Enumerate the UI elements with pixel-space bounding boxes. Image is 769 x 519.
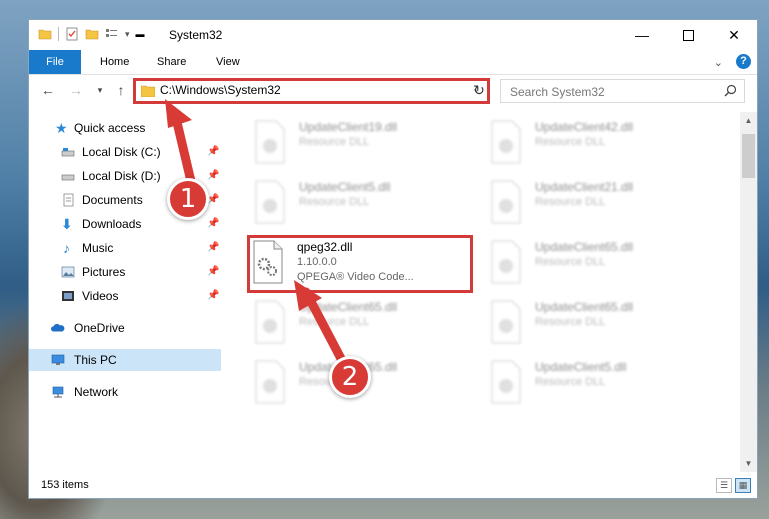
file-item[interactable]: UpdateClient42.dll Resource DLL <box>490 120 720 176</box>
sidebar-item-network[interactable]: Network <box>29 381 221 403</box>
step-badge-1: 1 <box>167 178 209 220</box>
ribbon-tabs: File Home Share View ⌄ ? <box>29 50 757 75</box>
details-view-icon[interactable]: ☰ <box>716 478 732 493</box>
tab-view[interactable]: View <box>216 50 240 74</box>
pin-icon[interactable]: 📌 <box>207 285 219 307</box>
vertical-scrollbar[interactable]: ▲ ▼ <box>740 112 757 472</box>
minimize-button[interactable]: — <box>619 20 665 50</box>
window-title: System32 <box>169 28 223 42</box>
pin-icon[interactable]: 📌 <box>207 141 219 163</box>
view-switcher: ☰ ▦ <box>716 478 751 493</box>
dll-file-icon <box>255 360 285 404</box>
file-item[interactable]: UpdateClient5.dll Resource DLL <box>254 180 484 236</box>
dll-file-icon <box>491 240 521 284</box>
music-icon: ♪ <box>63 240 70 256</box>
star-icon: ★ <box>55 120 68 136</box>
tab-home[interactable]: Home <box>100 50 129 74</box>
search-placeholder: Search System32 <box>510 85 605 99</box>
properties-icon[interactable] <box>65 27 79 41</box>
documents-icon <box>63 193 74 207</box>
dll-file-icon <box>491 300 521 344</box>
scroll-down-arrow-icon[interactable]: ▼ <box>740 455 757 472</box>
network-icon <box>52 386 64 398</box>
tab-file[interactable]: File <box>29 50 81 74</box>
qat-chevron-down-icon[interactable]: ▾ <box>125 29 130 40</box>
maximize-icon <box>682 29 694 41</box>
drive-icon <box>61 148 75 157</box>
cloud-icon <box>51 323 65 332</box>
file-highlight-box <box>247 235 473 293</box>
step-badge-2: 2 <box>329 356 371 398</box>
pin-icon[interactable]: 📌 <box>207 213 219 235</box>
dll-file-icon <box>491 180 521 224</box>
new-folder-icon[interactable] <box>85 27 99 41</box>
back-arrow-icon[interactable]: ← <box>39 81 57 99</box>
dll-file-icon <box>491 360 521 404</box>
sidebar-item-onedrive[interactable]: OneDrive <box>29 317 221 339</box>
tiles-view-icon[interactable]: ▦ <box>735 478 751 493</box>
status-bar: 153 items ☰ ▦ <box>29 474 757 498</box>
download-icon: ⬇ <box>61 216 73 232</box>
item-count: 153 items <box>41 479 89 491</box>
sidebar-item-quick-access[interactable]: ★ Quick access <box>29 117 221 139</box>
file-item[interactable]: UpdateClient65.dll Resource DLL <box>490 240 720 296</box>
qat-customize-icon[interactable]: ▬ <box>136 29 145 39</box>
close-button[interactable]: ✕ <box>711 20 757 50</box>
sidebar-item-videos[interactable]: Videos 📌 <box>29 285 221 307</box>
maximize-button[interactable] <box>665 20 711 50</box>
file-item[interactable]: UpdateClient5.dll Resource DLL <box>490 360 720 416</box>
navigation-pane: ★ Quick access Local Disk (C:) 📌 Local D… <box>29 112 221 472</box>
close-icon: ✕ <box>728 26 740 43</box>
dll-file-icon <box>255 300 285 344</box>
help-icon[interactable]: ? <box>736 54 751 69</box>
tab-share[interactable]: Share <box>157 50 186 74</box>
file-item[interactable]: UpdateClient19.dll Resource DLL <box>254 120 484 176</box>
pictures-icon <box>61 266 75 278</box>
pin-icon[interactable]: 📌 <box>207 165 219 187</box>
dll-file-icon <box>255 180 285 224</box>
search-box[interactable]: Search System32 <box>500 79 745 103</box>
ribbon-expand-chevron-down-icon[interactable]: ⌄ <box>714 56 723 69</box>
folder-icon[interactable] <box>38 27 52 41</box>
computer-icon <box>51 354 65 365</box>
recent-locations-chevron-down-icon[interactable]: ▾ <box>91 81 109 99</box>
forward-arrow-icon[interactable]: → <box>67 81 85 99</box>
title-bar: ▾ ▬ System32 — ✕ <box>29 20 757 50</box>
view-options-icon[interactable] <box>105 27 119 41</box>
dll-file-icon <box>491 120 521 164</box>
sidebar-item-pictures[interactable]: Pictures 📌 <box>29 261 221 283</box>
file-item[interactable]: UpdateClient21.dll Resource DLL <box>490 180 720 236</box>
sidebar-item-local-disk-c[interactable]: Local Disk (C:) 📌 <box>29 141 221 163</box>
navigation-bar: ← → ▾ ↑ C:\Windows\System32 ⌄ ↻ Search S… <box>29 75 757 107</box>
pin-icon[interactable]: 📌 <box>207 237 219 259</box>
up-arrow-icon[interactable]: ↑ <box>112 81 130 99</box>
address-highlight-box <box>133 78 490 104</box>
sidebar-item-this-pc[interactable]: This PC <box>29 349 221 371</box>
toolbar-divider <box>58 27 59 41</box>
scroll-thumb[interactable] <box>742 134 755 178</box>
pin-icon[interactable]: 📌 <box>207 261 219 283</box>
file-item[interactable]: UpdateClient65.dll Resource DLL <box>490 300 720 356</box>
videos-icon <box>62 291 74 301</box>
search-icon[interactable] <box>724 84 737 97</box>
sidebar-item-music[interactable]: ♪ Music 📌 <box>29 237 221 259</box>
dll-file-icon <box>255 120 285 164</box>
minimize-icon: — <box>635 27 649 43</box>
drive-icon <box>61 174 75 181</box>
file-item[interactable]: UpdateClient65.dll Resource DLL <box>254 300 484 356</box>
quick-access-toolbar: ▾ ▬ <box>38 27 145 41</box>
scroll-up-arrow-icon[interactable]: ▲ <box>740 112 757 129</box>
window-controls: — ✕ <box>619 20 757 50</box>
